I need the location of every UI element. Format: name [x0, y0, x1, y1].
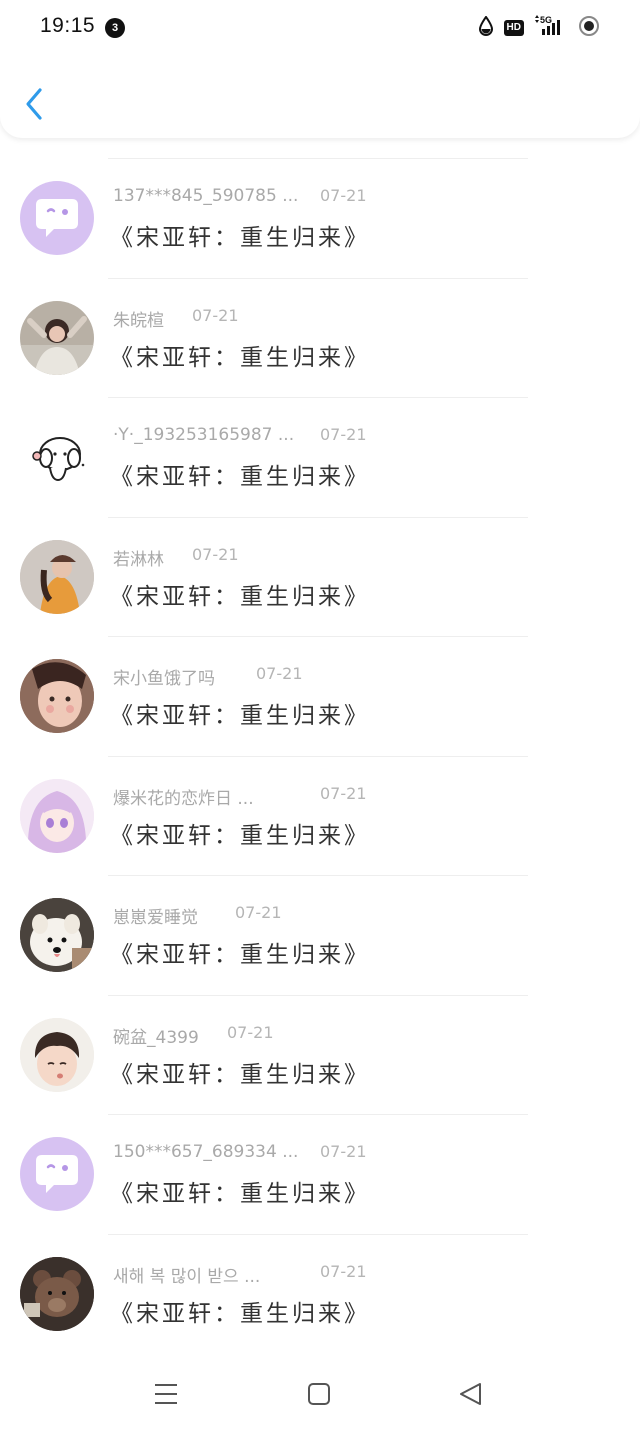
user-name: 若淋林: [113, 549, 164, 570]
list-item[interactable]: 150***657_689334 ... 07-21 《宋亚轩：重生归来》: [0, 1114, 640, 1234]
item-meta: 爆米花的恋炸日 ... 07-21: [113, 783, 413, 809]
user-name: 宋小鱼饿了吗: [113, 669, 215, 689]
item-title[interactable]: 《宋亚轩：重生归来》: [110, 1055, 370, 1089]
item-date: 07-21: [320, 783, 367, 803]
divider: [108, 1114, 528, 1115]
svg-text:5G: 5G: [540, 15, 552, 25]
item-title[interactable]: 《宋亚轩：重生归来》: [110, 935, 370, 969]
user-name: 새해 복 많이 받으 ...: [113, 1266, 261, 1287]
divider: [108, 397, 528, 398]
item-list: 137***845_590785 ... 07-21 《宋亚轩：重生归来》 朱皖楦 07…: [0, 158, 640, 1353]
item-date: 07-21: [320, 1142, 367, 1161]
item-date: 07-21: [235, 903, 282, 922]
item-meta: 150***657_689334 ... 07-21: [113, 1142, 413, 1166]
item-title[interactable]: 《宋亚轩：重生归来》: [110, 457, 370, 491]
item-meta: ·Y·_193253165987 ... 07-21: [113, 425, 413, 449]
list-item[interactable]: 碗盆_4399 07-21 《宋亚轩：重生归来》: [0, 994, 640, 1115]
avatar[interactable]: [20, 539, 94, 614]
item-meta: 宋小鱼饿了吗 07-21: [113, 664, 413, 689]
divider: [108, 1233, 528, 1235]
user-name: ·Y·_193253165987 ...: [113, 425, 295, 445]
item-date: 07-21: [192, 544, 239, 564]
item-meta: 崽崽爱睡觉 07-21: [113, 903, 413, 928]
item-title[interactable]: 《宋亚轩：重生归来》: [110, 338, 370, 372]
item-title[interactable]: 《宋亚轩：重生归来》: [110, 577, 370, 611]
divider: [108, 277, 528, 279]
list-item[interactable]: 새해 복 많이 받으 ... 07-21 《宋亚轩：重生归来》: [0, 1233, 640, 1354]
avatar[interactable]: [20, 659, 94, 733]
avatar[interactable]: [20, 1137, 94, 1211]
item-date: 07-21: [320, 186, 367, 205]
user-name: 150***657_689334 ...: [113, 1142, 299, 1162]
avatar[interactable]: [20, 898, 94, 972]
item-title[interactable]: 《宋亚轩：重生归来》: [110, 1294, 370, 1328]
chevron-left-icon: [26, 88, 42, 120]
home-square-icon[interactable]: [305, 1381, 335, 1407]
list-item[interactable]: 朱皖楦 07-21 《宋亚轩：重生归来》: [0, 277, 640, 398]
user-name: 爆米花的恋炸日 ...: [113, 788, 254, 809]
avatar[interactable]: [20, 420, 94, 494]
item-meta: 若淋林 07-21: [113, 544, 413, 570]
item-date: 07-21: [320, 1261, 367, 1281]
item-date: 07-21: [227, 1022, 274, 1042]
avatar[interactable]: [20, 778, 94, 853]
divider: [108, 158, 528, 159]
signal-icon: 5G: [534, 15, 568, 41]
divider: [108, 994, 528, 996]
divider: [108, 875, 528, 876]
item-date: 07-21: [256, 664, 303, 683]
record-icon: [578, 15, 600, 41]
item-title[interactable]: 《宋亚轩：重生归来》: [110, 816, 370, 850]
item-meta: 137***845_590785 ... 07-21: [113, 186, 413, 210]
user-name: 朱皖楦: [113, 310, 164, 331]
item-title[interactable]: 《宋亚轩：重生归来》: [110, 696, 370, 730]
avatar[interactable]: [20, 300, 94, 375]
status-bar: 19:15 3 HD 5G: [0, 0, 640, 56]
item-meta: 朱皖楦 07-21: [113, 305, 413, 331]
avatar[interactable]: [20, 1256, 94, 1331]
item-title[interactable]: 《宋亚轩：重生归来》: [110, 218, 370, 252]
item-meta: 碗盆_4399 07-21: [113, 1022, 413, 1048]
divider: [108, 636, 528, 637]
drop-icon: [478, 15, 494, 40]
back-triangle-icon[interactable]: [456, 1381, 486, 1407]
status-time: 19:15: [40, 14, 96, 37]
user-name: 碗盆_4399: [113, 1027, 199, 1048]
back-button[interactable]: [20, 84, 52, 124]
item-date: 07-21: [320, 425, 367, 444]
item-meta: 새해 복 많이 받으 ... 07-21: [113, 1261, 413, 1287]
list-item[interactable]: ·Y·_193253165987 ... 07-21 《宋亚轩：重生归来》: [0, 397, 640, 517]
user-name: 137***845_590785 ...: [113, 186, 299, 206]
list-item[interactable]: 若淋林 07-21 《宋亚轩：重生归来》: [0, 516, 640, 637]
notification-badge: 3: [105, 18, 125, 38]
menu-icon[interactable]: [152, 1381, 182, 1407]
list-item[interactable]: 崽崽爱睡觉 07-21 《宋亚轩：重生归来》: [0, 875, 640, 995]
avatar[interactable]: [20, 1017, 94, 1092]
list-item[interactable]: 137***845_590785 ... 07-21 《宋亚轩：重生归来》: [0, 158, 640, 278]
item-date: 07-21: [192, 305, 239, 325]
item-title[interactable]: 《宋亚轩：重生归来》: [110, 1174, 370, 1208]
user-name: 崽崽爱睡觉: [113, 908, 198, 928]
status-icons: HD 5G: [478, 15, 600, 41]
avatar[interactable]: [20, 181, 94, 255]
hd-icon: HD: [503, 20, 524, 36]
list-item[interactable]: 宋小鱼饿了吗 07-21 《宋亚轩：重生归来》: [0, 636, 640, 756]
divider: [108, 516, 528, 518]
system-nav-bar: [0, 1355, 640, 1433]
divider: [108, 755, 528, 757]
list-item[interactable]: 爆米花的恋炸日 ... 07-21 《宋亚轩：重生归来》: [0, 755, 640, 876]
